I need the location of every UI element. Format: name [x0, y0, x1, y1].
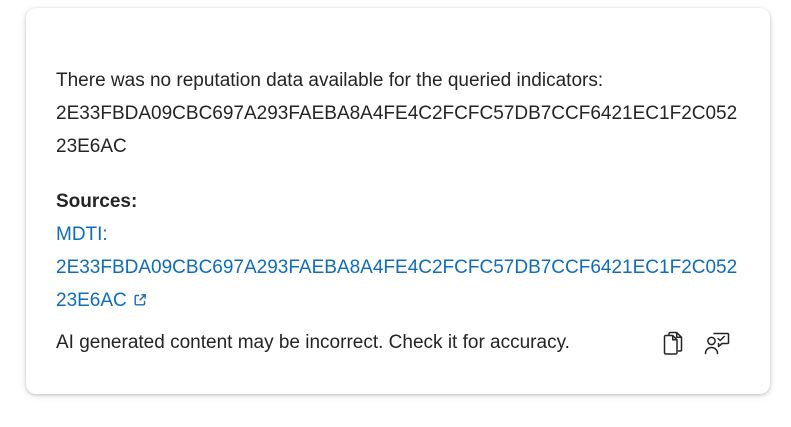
- feedback-button[interactable]: [702, 328, 732, 358]
- indicator-hash: 2E33FBDA09CBC697A293FAEBA8A4FE4C2FCFC57D…: [56, 103, 738, 157]
- response-content: There was no reputation data available f…: [56, 64, 746, 317]
- copy-icon: [661, 330, 685, 356]
- open-external-icon: [133, 285, 147, 306]
- mdti-source-link[interactable]: MDTI: 2E33FBDA09CBC697A293FAEBA8A4FE4C2F…: [56, 224, 737, 311]
- response-card: There was no reputation data available f…: [26, 8, 770, 394]
- card-footer: AI generated content may be incorrect. C…: [56, 326, 732, 360]
- source-link-hash: 2E33FBDA09CBC697A293FAEBA8A4FE4C2FCFC57D…: [56, 257, 738, 311]
- reputation-message: There was no reputation data available f…: [56, 64, 746, 163]
- intro-text: There was no reputation data available f…: [56, 70, 604, 91]
- person-feedback-icon: [703, 330, 731, 356]
- sources-heading: Sources:: [56, 191, 138, 212]
- ai-disclaimer: AI generated content may be incorrect. C…: [56, 332, 570, 353]
- source-link-label: MDTI:: [56, 224, 108, 245]
- copy-button[interactable]: [658, 328, 688, 358]
